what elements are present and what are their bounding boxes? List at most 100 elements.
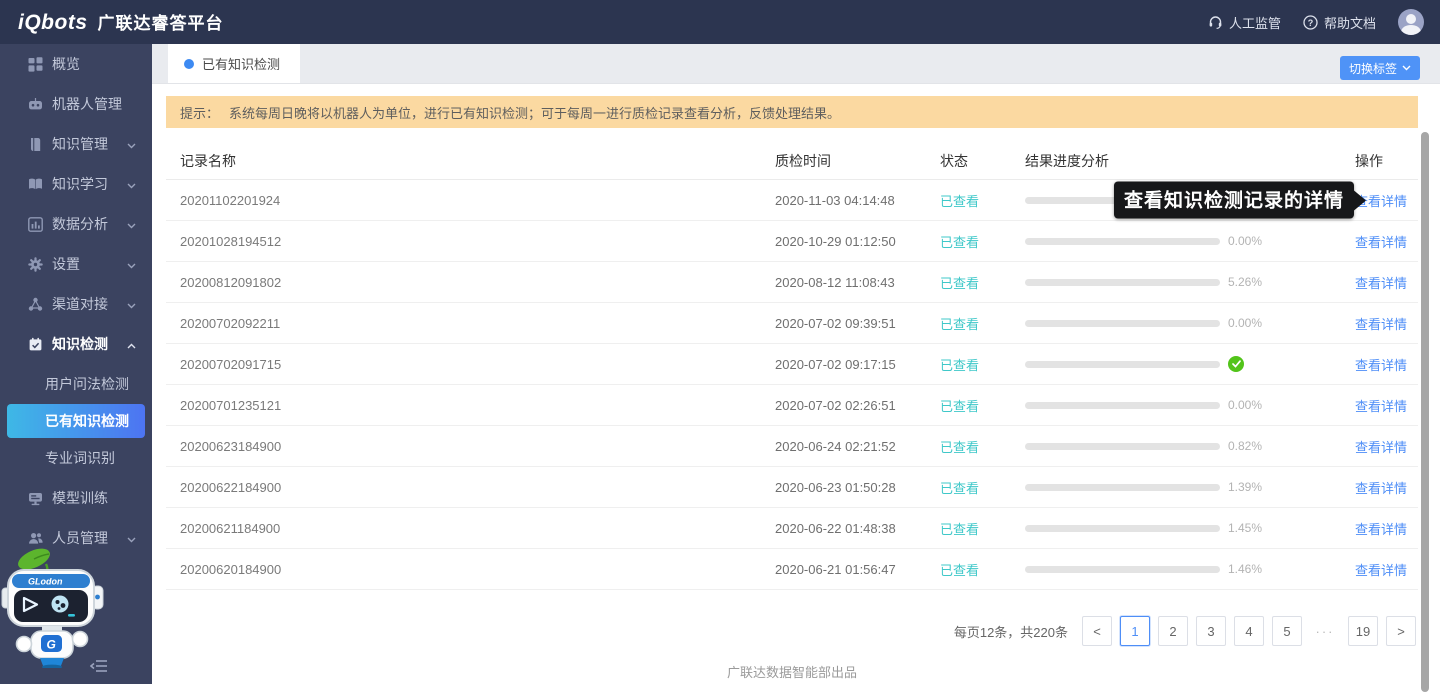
share-nodes-icon bbox=[28, 297, 43, 312]
chevron-down-icon bbox=[127, 176, 136, 192]
action-cell: 查看详情 bbox=[1355, 396, 1418, 415]
progress-cell: 0.00% bbox=[1025, 234, 1355, 248]
record-name: 20200702092211 bbox=[180, 316, 775, 331]
progress-bar bbox=[1025, 279, 1220, 286]
sidebar-item-knowledge-detection[interactable]: 知识检测 bbox=[0, 324, 152, 364]
record-name: 20200812091802 bbox=[180, 275, 775, 290]
sidebar-subitem-existing-knowledge-detection[interactable]: 已有知识检测 bbox=[7, 404, 145, 438]
status-badge: 已查看 bbox=[940, 232, 1025, 251]
chevron-down-icon bbox=[127, 530, 136, 546]
record-name: 20200620184900 bbox=[180, 562, 775, 577]
page-button-5[interactable]: 5 bbox=[1272, 616, 1302, 646]
sidebar-item-knowledge-management[interactable]: 知识管理 bbox=[0, 124, 152, 164]
progress-percent: 0.00% bbox=[1228, 398, 1262, 412]
status-badge: 已查看 bbox=[940, 437, 1025, 456]
table-row: 20200702092211 2020-07-02 09:39:51 已查看 0… bbox=[166, 303, 1418, 344]
page-button-3[interactable]: 3 bbox=[1196, 616, 1226, 646]
page-button-1[interactable]: 1 bbox=[1120, 616, 1150, 646]
status-badge: 已查看 bbox=[940, 560, 1025, 579]
detail-tooltip: 查看知识检测记录的详情 bbox=[1114, 182, 1354, 219]
record-name: 20200702091715 bbox=[180, 357, 775, 372]
sidebar-item-channel-integration[interactable]: 渠道对接 bbox=[0, 284, 152, 324]
qc-time: 2020-06-21 01:56:47 bbox=[775, 562, 940, 577]
switch-tags-button[interactable]: 切换标签 bbox=[1340, 56, 1420, 80]
action-cell: 查看详情 bbox=[1355, 519, 1418, 538]
view-detail-link[interactable]: 查看详情 bbox=[1355, 358, 1407, 373]
progress-bar bbox=[1025, 361, 1220, 368]
action-cell: 查看详情 bbox=[1355, 437, 1418, 456]
pagination-pages: <12345 ··· 19 > bbox=[1082, 616, 1416, 646]
main-content: 已有知识检测 切换标签 提示： 系统每周日晚将以机器人为单位，进行已有知识检测；… bbox=[152, 44, 1440, 684]
view-detail-link[interactable]: 查看详情 bbox=[1355, 440, 1407, 455]
sidebar-item-settings[interactable]: 设置 bbox=[0, 244, 152, 284]
prev-page-button[interactable]: < bbox=[1082, 616, 1112, 646]
help-docs-link[interactable]: ? 帮助文档 bbox=[1303, 13, 1376, 32]
tab-existing-knowledge-detection[interactable]: 已有知识检测 bbox=[168, 44, 300, 83]
notice-banner: 提示： 系统每周日晚将以机器人为单位，进行已有知识检测；可于每周一进行质检记录查… bbox=[166, 96, 1418, 128]
complete-check-icon bbox=[1228, 356, 1244, 372]
view-detail-link[interactable]: 查看详情 bbox=[1355, 399, 1407, 414]
view-detail-link[interactable]: 查看详情 bbox=[1355, 235, 1407, 250]
action-cell: 查看详情 bbox=[1355, 232, 1418, 251]
sidebar-subitem-user-question-detection[interactable]: 用户问法检测 bbox=[0, 364, 152, 404]
view-detail-link[interactable]: 查看详情 bbox=[1355, 481, 1407, 496]
progress-bar bbox=[1025, 484, 1220, 491]
gear-icon bbox=[28, 257, 43, 272]
view-detail-link[interactable]: 查看详情 bbox=[1355, 563, 1407, 578]
user-avatar[interactable] bbox=[1398, 9, 1424, 35]
sidebar-subitem-professional-word-recognition[interactable]: 专业词识别 bbox=[0, 438, 152, 478]
page-button-2[interactable]: 2 bbox=[1158, 616, 1188, 646]
action-cell: 查看详情 bbox=[1355, 314, 1418, 333]
record-name: 20200621184900 bbox=[180, 521, 775, 536]
next-page-button[interactable]: > bbox=[1386, 616, 1416, 646]
status-badge: 已查看 bbox=[940, 314, 1025, 333]
record-name: 20200622184900 bbox=[180, 480, 775, 495]
view-detail-link[interactable]: 查看详情 bbox=[1355, 317, 1407, 332]
page-ellipsis: ··· bbox=[1310, 616, 1340, 646]
table-row: 20200701235121 2020-07-02 02:26:51 已查看 0… bbox=[166, 385, 1418, 426]
progress-cell: 1.46% bbox=[1025, 562, 1355, 576]
status-badge: 已查看 bbox=[940, 478, 1025, 497]
qc-time: 2020-06-22 01:48:38 bbox=[775, 521, 940, 536]
logo-text: iQbots bbox=[18, 11, 88, 35]
sidebar-item-overview[interactable]: 概览 bbox=[0, 44, 152, 84]
vertical-scrollbar[interactable] bbox=[1421, 132, 1429, 692]
top-navbar: iQbots 广联达睿答平台 人工监管 ? 帮助文档 bbox=[0, 0, 1440, 44]
sidebar-item-robot-management[interactable]: 机器人管理 bbox=[0, 84, 152, 124]
progress-percent: 1.39% bbox=[1228, 480, 1262, 494]
page-button-4[interactable]: 4 bbox=[1234, 616, 1264, 646]
sidebar-item-knowledge-learning[interactable]: 知识学习 bbox=[0, 164, 152, 204]
pagination-summary: 每页12条，共220条 bbox=[954, 622, 1068, 641]
progress-percent: 0.00% bbox=[1228, 316, 1262, 330]
sidebar-item-model-training[interactable]: 模型训练 bbox=[0, 478, 152, 518]
record-name: 20201102201924 bbox=[180, 193, 775, 208]
progress-percent: 1.46% bbox=[1228, 562, 1262, 576]
tab-bar: 已有知识检测 切换标签 bbox=[152, 44, 1440, 84]
chevron-down-icon bbox=[127, 256, 136, 272]
notice-label: 提示： bbox=[180, 103, 219, 122]
notice-text: 系统每周日晚将以机器人为单位，进行已有知识检测；可于每周一进行质检记录查看分析，… bbox=[229, 103, 840, 122]
sidebar-collapse-icon[interactable] bbox=[90, 658, 112, 676]
progress-bar bbox=[1025, 525, 1220, 532]
progress-cell: 1.39% bbox=[1025, 480, 1355, 494]
manual-supervision-link[interactable]: 人工监管 bbox=[1208, 13, 1281, 32]
record-name: 20201028194512 bbox=[180, 234, 775, 249]
sidebar-item-personnel-management[interactable]: 人员管理 bbox=[0, 518, 152, 558]
page-button-19[interactable]: 19 bbox=[1348, 616, 1378, 646]
document-check-icon bbox=[28, 337, 43, 352]
chevron-down-icon bbox=[127, 296, 136, 312]
table-row: 20201102201924 2020-11-03 04:14:48 已查看 查… bbox=[166, 180, 1418, 221]
status-badge: 已查看 bbox=[940, 191, 1025, 210]
progress-percent: 1.45% bbox=[1228, 521, 1262, 535]
sidebar-item-data-analysis[interactable]: 数据分析 bbox=[0, 204, 152, 244]
table-row: 20200623184900 2020-06-24 02:21:52 已查看 0… bbox=[166, 426, 1418, 467]
progress-cell bbox=[1025, 356, 1355, 372]
table-row: 20200812091802 2020-08-12 11:08:43 已查看 5… bbox=[166, 262, 1418, 303]
table-row: 20200621184900 2020-06-22 01:48:38 已查看 1… bbox=[166, 508, 1418, 549]
table-header: 记录名称 质检时间 状态 结果进度分析 操作 bbox=[166, 142, 1418, 180]
tab-active-dot-icon bbox=[184, 59, 194, 69]
view-detail-link[interactable]: 查看详情 bbox=[1355, 276, 1407, 291]
progress-percent: 0.00% bbox=[1228, 234, 1262, 248]
qc-time: 2020-06-24 02:21:52 bbox=[775, 439, 940, 454]
view-detail-link[interactable]: 查看详情 bbox=[1355, 522, 1407, 537]
